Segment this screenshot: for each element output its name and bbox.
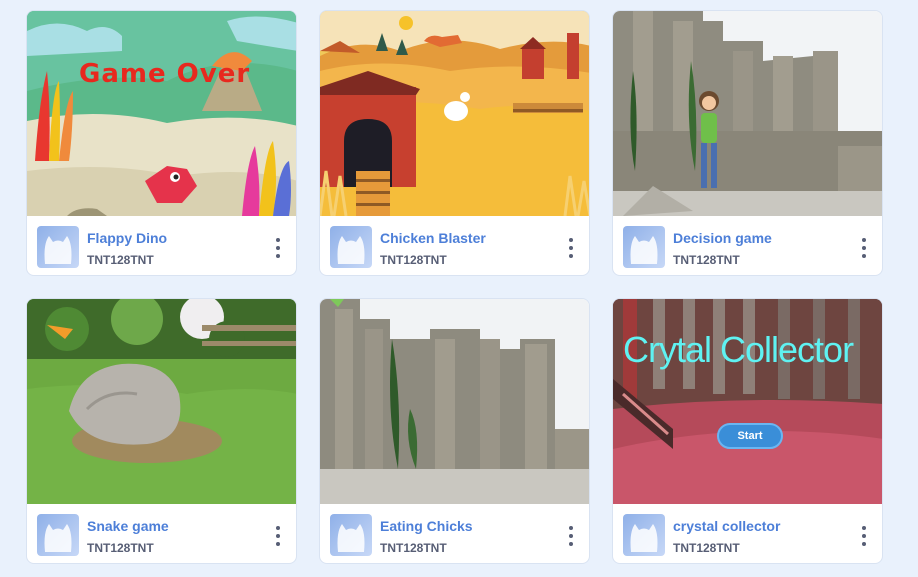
project-author[interactable]: TNT128TNT <box>380 541 447 555</box>
project-title[interactable]: Snake game <box>87 518 169 534</box>
project-title[interactable]: crystal collector <box>673 518 780 534</box>
project-card[interactable]: Eating Chicks TNT128TNT <box>319 298 590 564</box>
avatar[interactable] <box>37 226 79 268</box>
project-title[interactable]: Chicken Blaster <box>380 230 486 246</box>
project-thumbnail[interactable] <box>613 11 882 216</box>
project-card[interactable]: Crytal Collector Start crystal collector… <box>612 298 883 564</box>
avatar[interactable] <box>330 514 372 556</box>
more-options-icon[interactable] <box>563 526 579 546</box>
project-thumbnail[interactable]: Game Over <box>27 11 296 216</box>
avatar[interactable] <box>623 226 665 268</box>
project-thumbnail[interactable] <box>320 299 589 504</box>
more-options-icon[interactable] <box>856 526 872 546</box>
project-card[interactable]: Snake game TNT128TNT <box>26 298 297 564</box>
project-card[interactable]: Decision game TNT128TNT <box>612 10 883 276</box>
project-thumbnail[interactable]: Crytal Collector Start <box>613 299 882 504</box>
more-options-icon[interactable] <box>270 238 286 258</box>
project-author[interactable]: TNT128TNT <box>673 541 740 555</box>
project-thumbnail[interactable] <box>320 11 589 216</box>
game-over-text: Game Over <box>79 59 251 89</box>
project-author[interactable]: TNT128TNT <box>87 541 154 555</box>
project-author[interactable]: TNT128TNT <box>673 253 740 267</box>
project-title[interactable]: Eating Chicks <box>380 518 473 534</box>
project-title[interactable]: Decision game <box>673 230 772 246</box>
avatar[interactable] <box>623 514 665 556</box>
project-title[interactable]: Flappy Dino <box>87 230 167 246</box>
more-options-icon[interactable] <box>856 238 872 258</box>
project-author[interactable]: TNT128TNT <box>380 253 447 267</box>
avatar[interactable] <box>330 226 372 268</box>
project-card[interactable]: Game Over Flappy Dino TNT128TNT <box>26 10 297 276</box>
crystal-collector-banner: Crytal Collector <box>623 329 854 370</box>
avatar[interactable] <box>37 514 79 556</box>
start-button[interactable]: Start <box>717 423 783 449</box>
project-author[interactable]: TNT128TNT <box>87 253 154 267</box>
more-options-icon[interactable] <box>270 526 286 546</box>
project-thumbnail[interactable] <box>27 299 296 504</box>
project-card[interactable]: Chicken Blaster TNT128TNT <box>319 10 590 276</box>
more-options-icon[interactable] <box>563 238 579 258</box>
